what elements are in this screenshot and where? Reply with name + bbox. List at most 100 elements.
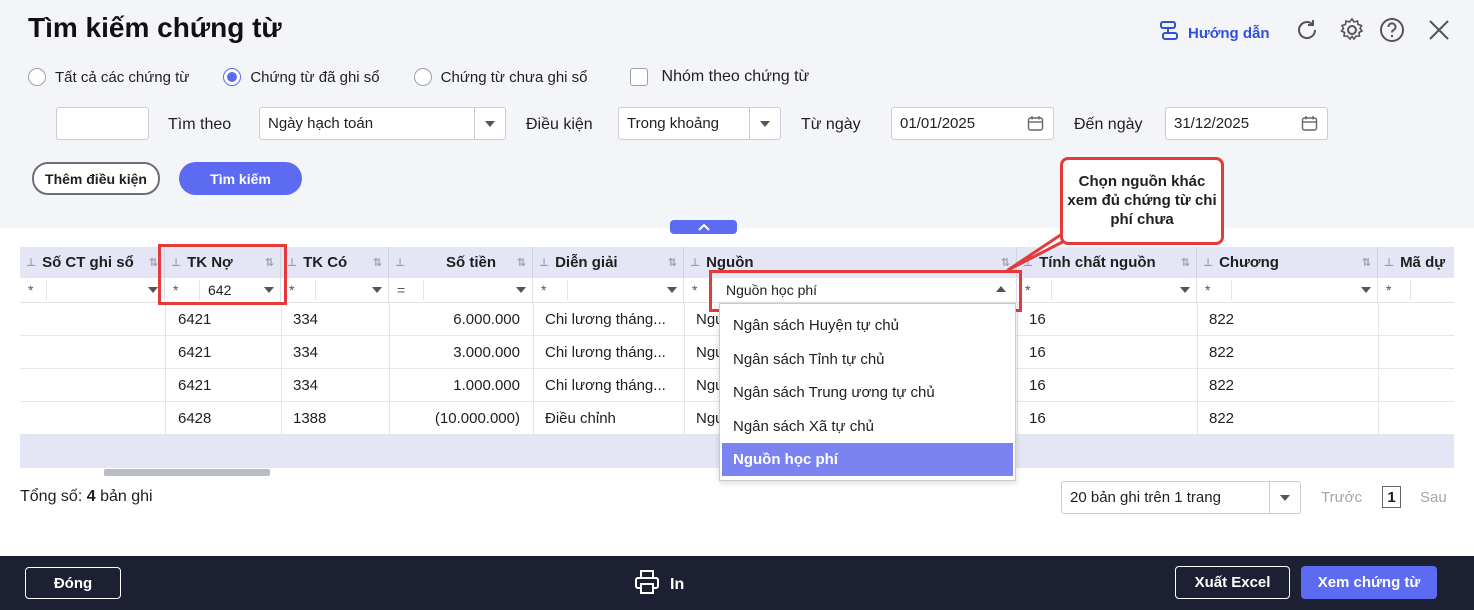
view-voucher-button[interactable]: Xem chứng từ [1301, 566, 1437, 599]
column-title: Số CT ghi sổ [42, 254, 134, 271]
radio-unposted-vouchers[interactable]: Chứng từ chưa ghi sổ [413, 68, 588, 86]
radio-all-vouchers[interactable]: Tất cả các chứng từ [28, 68, 189, 86]
search-by-value: Ngày hạch toán [268, 115, 374, 132]
checkbox[interactable] [629, 68, 648, 86]
sort-icon[interactable]: ⇅ [668, 256, 677, 269]
column-header-so-tien[interactable]: ⊥ Số tiền ⇅ [389, 247, 533, 278]
from-date-input[interactable]: 01/01/2025 [891, 107, 1054, 140]
filter-operator[interactable]: * [1205, 282, 1221, 298]
refresh-icon[interactable] [1293, 16, 1321, 44]
chevron-down-icon[interactable] [372, 287, 382, 293]
filter-operator[interactable]: = [397, 282, 413, 298]
sort-icon[interactable]: ⇅ [517, 256, 526, 269]
gear-icon[interactable] [1338, 16, 1366, 44]
filter-so-tien[interactable]: = [389, 278, 533, 303]
filter-operator[interactable]: * [692, 282, 708, 298]
calendar-icon[interactable] [1301, 115, 1318, 136]
condition-select[interactable]: Trong khoảng [618, 107, 781, 140]
callout-note: Chọn nguồn khác xem đủ chứng từ chi phí … [1060, 157, 1224, 245]
page-number[interactable]: 1 [1382, 486, 1401, 508]
chevron-down-icon[interactable] [148, 287, 158, 293]
to-date-value: 31/12/2025 [1174, 115, 1250, 132]
nguon-dropdown-list[interactable]: Ngân sách Huyện tự chủ Ngân sách Tỉnh tự… [719, 303, 1016, 481]
chevron-down-icon[interactable] [1361, 287, 1371, 293]
dropdown-option[interactable]: Ngân sách Tỉnh tự chủ [722, 343, 1013, 376]
pin-icon[interactable]: ⊥ [26, 256, 36, 269]
column-header-tk-co[interactable]: ⊥ TK Có ⇅ [281, 247, 389, 278]
search-button[interactable]: Tìm kiếm [179, 162, 302, 195]
radio-button[interactable] [413, 68, 432, 86]
filter-operator[interactable]: * [289, 282, 305, 298]
condition-value: Trong khoảng [627, 115, 720, 132]
radio-label: Chứng từ chưa ghi sổ [440, 68, 588, 86]
close-icon[interactable] [1425, 16, 1453, 44]
search-by-select[interactable]: Ngày hạch toán [259, 107, 506, 140]
print-button[interactable]: In [634, 569, 684, 600]
next-page-button[interactable]: Sau [1420, 489, 1447, 506]
filter-so-ct[interactable]: * [20, 278, 165, 303]
sort-icon[interactable]: ⇅ [373, 256, 382, 269]
collapse-panel-button[interactable] [670, 220, 737, 234]
chevron-up-icon [697, 223, 710, 231]
printer-icon [634, 569, 660, 600]
column-title: Chương [1219, 254, 1279, 271]
column-title: Diễn giải [555, 254, 618, 271]
filter-chuong[interactable]: * [1197, 278, 1378, 303]
pin-icon[interactable]: ⊥ [287, 256, 297, 269]
help-label: Hướng dẫn [1188, 24, 1270, 42]
radio-button-selected[interactable] [223, 68, 242, 86]
chevron-down-icon[interactable] [1180, 287, 1190, 293]
filter-dien-giai[interactable]: * [533, 278, 684, 303]
dropdown-option[interactable]: Ngân sách Xã tự chủ [722, 410, 1013, 443]
calendar-icon[interactable] [1027, 115, 1044, 136]
highlight-tk-no-filter [158, 244, 287, 305]
column-header-so-ct[interactable]: ⊥ Số CT ghi sổ ⇅ [20, 247, 165, 278]
chevron-down-icon[interactable] [1269, 482, 1300, 513]
dropdown-option[interactable]: Ngân sách Huyện tự chủ [722, 309, 1013, 342]
group-by-voucher-checkbox[interactable]: Nhóm theo chứng từ [629, 68, 809, 86]
export-excel-button[interactable]: Xuất Excel [1175, 566, 1290, 599]
chevron-down-icon[interactable] [667, 287, 677, 293]
radio-label: Chứng từ đã ghi sổ [250, 68, 380, 86]
filter-operator[interactable]: * [541, 282, 557, 298]
page-size-select[interactable]: 20 bản ghi trên 1 trang [1061, 481, 1301, 514]
column-title: Mã dự [1400, 254, 1446, 271]
pin-icon[interactable]: ⊥ [690, 256, 700, 269]
question-icon[interactable] [1378, 16, 1406, 44]
add-condition-button[interactable]: Thêm điều kiện [32, 162, 160, 195]
filter-tk-co[interactable]: * [281, 278, 389, 303]
column-header-ma-du[interactable]: ⊥ Mã dự [1378, 247, 1454, 278]
radio-label: Tất cả các chứng từ [55, 68, 190, 86]
close-button[interactable]: Đóng [25, 567, 121, 599]
column-header-chuong[interactable]: ⊥ Chương ⇅ [1197, 247, 1378, 278]
blank-field[interactable] [56, 107, 149, 140]
filter-operator[interactable]: * [1025, 282, 1041, 298]
chevron-down-icon[interactable] [516, 287, 526, 293]
horizontal-scrollbar[interactable] [104, 469, 270, 476]
prev-page-button[interactable]: Trước [1321, 489, 1362, 506]
dropdown-option[interactable]: Ngân sách Trung ương tự chủ [722, 376, 1013, 409]
pin-icon[interactable]: ⊥ [395, 256, 405, 269]
to-date-input[interactable]: 31/12/2025 [1165, 107, 1328, 140]
chevron-down-icon[interactable] [474, 108, 505, 139]
help-link[interactable]: Hướng dẫn [1158, 20, 1270, 46]
column-title: Số tiền [445, 254, 496, 271]
pin-icon[interactable]: ⊥ [539, 256, 549, 269]
guide-icon [1158, 20, 1180, 46]
radio-posted-vouchers[interactable]: Chứng từ đã ghi sổ [223, 68, 380, 86]
filter-operator[interactable]: * [1386, 282, 1402, 298]
filter-ma-du[interactable]: * [1378, 278, 1454, 303]
column-header-dien-giai[interactable]: ⊥ Diễn giải ⇅ [533, 247, 684, 278]
radio-button[interactable] [28, 68, 46, 86]
condition-label: Điều kiện [526, 116, 593, 133]
filter-operator[interactable]: * [28, 282, 44, 298]
sort-icon[interactable]: ⇅ [149, 256, 158, 269]
sort-icon[interactable]: ⇅ [1181, 256, 1190, 269]
dropdown-option-selected[interactable]: Nguồn học phí [722, 443, 1013, 476]
search-by-label: Tìm theo [168, 116, 232, 133]
pin-icon[interactable]: ⊥ [1384, 256, 1394, 269]
filter-tinh-chat-nguon[interactable]: * [1017, 278, 1197, 303]
sort-icon[interactable]: ⇅ [1362, 256, 1371, 269]
pin-icon[interactable]: ⊥ [1203, 256, 1213, 269]
chevron-down-icon[interactable] [749, 108, 780, 139]
